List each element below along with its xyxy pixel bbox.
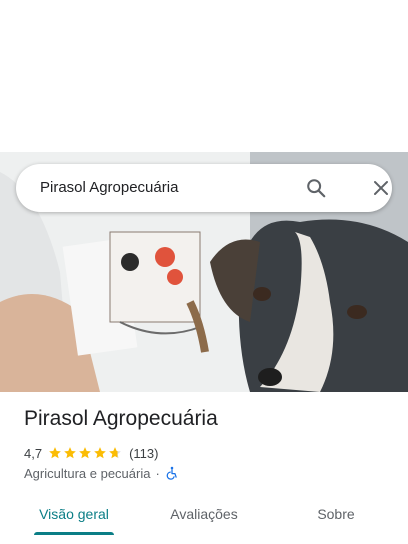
wheelchair-icon[interactable] (165, 466, 179, 480)
separator-dot: · (155, 465, 160, 481)
search-query-text[interactable]: Pirasol Agropecuária (40, 164, 178, 212)
category-row: Agricultura e pecuária · (24, 464, 179, 482)
rating-row[interactable]: 4,7 (113) (24, 444, 158, 462)
close-icon (374, 181, 388, 195)
map-area[interactable] (0, 0, 408, 152)
rating-value: 4,7 (24, 445, 43, 461)
clear-search-button[interactable] (367, 174, 395, 202)
star-icon (109, 447, 121, 459)
place-category[interactable]: Agricultura e pecuária (24, 466, 150, 481)
rating-stars (48, 446, 123, 460)
review-count[interactable]: (113) (129, 446, 158, 461)
tab-overview[interactable]: Visão geral (24, 496, 124, 534)
search-icon (307, 179, 326, 198)
star-icon (49, 447, 61, 459)
search-bar[interactable]: Pirasol Agropecuária (16, 164, 392, 212)
tab-about[interactable]: Sobre (286, 496, 386, 534)
star-icon (79, 447, 91, 459)
tab-reviews[interactable]: Avaliações (154, 496, 254, 534)
place-tabs: Visão geral Avaliações Sobre (0, 496, 408, 544)
active-tab-indicator (34, 532, 114, 535)
star-icon (94, 447, 106, 459)
place-title: Pirasol Agropecuária (24, 407, 218, 430)
search-button[interactable] (302, 174, 330, 202)
star-icon (64, 447, 76, 459)
